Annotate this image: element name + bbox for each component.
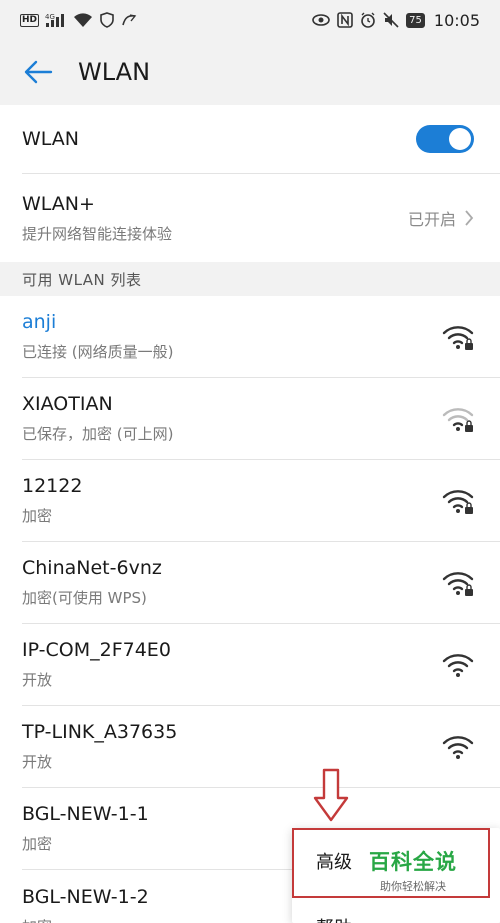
network-name: anji [22, 311, 57, 333]
network-status: 开放 [22, 671, 53, 689]
mute-icon [383, 12, 399, 28]
alarm-icon [360, 12, 376, 28]
back-button[interactable] [20, 54, 56, 90]
wlan-plus-label: WLAN+ [22, 192, 95, 215]
wlan-toggle-switch[interactable] [416, 125, 474, 153]
wlan-toggle-label: WLAN [22, 128, 80, 150]
watermark-subtitle: 助你轻松解决 [380, 880, 446, 893]
chevron-right-icon [465, 210, 474, 226]
network-name: TP-LINK_A37635 [22, 721, 178, 743]
network-name: XIAOTIAN [22, 393, 113, 415]
shield-icon [99, 12, 115, 28]
page-title: WLAN [78, 58, 151, 86]
status-bar: HD 4G 75 10:05 [0, 0, 500, 40]
hd-icon: HD [20, 13, 40, 27]
network-name: BGL-NEW-1-1 [22, 803, 149, 825]
wifi-icon [442, 653, 474, 677]
network-status: 开放 [22, 753, 53, 771]
wlan-plus-row[interactable]: WLAN+ 提升网络智能连接体验 已开启 [0, 174, 500, 262]
clock: 10:05 [433, 10, 480, 30]
network-item[interactable]: ChinaNet-6vnz 加密(可使用 WPS) [0, 542, 500, 623]
network-item[interactable]: XIAOTIAN 已保存，加密 (可上网) [0, 378, 500, 459]
menu-item-help[interactable]: 帮助 [316, 914, 352, 923]
eye-icon [312, 13, 330, 27]
network-item[interactable]: IP-COM_2F74E0 开放 [0, 624, 500, 705]
wlan-plus-subtitle: 提升网络智能连接体验 [22, 224, 173, 243]
watermark: 百科全说 助你轻松解决 [358, 846, 468, 896]
network-name: IP-COM_2F74E0 [22, 639, 171, 661]
link-icon [121, 13, 137, 27]
network-status: 已连接 (网络质量一般) [22, 343, 174, 361]
wifi-lock-icon [442, 325, 474, 350]
network-name: ChinaNet-6vnz [22, 557, 162, 579]
wifi-lock-icon [442, 489, 474, 514]
wifi-icon [442, 735, 474, 759]
battery-icon: 75 [406, 12, 425, 28]
arrow-down-annotation-icon [313, 768, 349, 822]
network-status: 加密 [22, 507, 53, 525]
network-status: 加密 [22, 835, 53, 853]
section-header: 可用 WLAN 列表 [22, 270, 142, 289]
wifi-icon [73, 12, 93, 28]
nfc-icon [337, 12, 353, 28]
network-status: 加密 [22, 916, 149, 923]
app-bar: WLAN [0, 40, 500, 104]
wlan-plus-status: 已开启 [407, 210, 456, 229]
wlan-toggle-row[interactable]: WLAN [0, 105, 500, 173]
watermark-title: 百科全说 [369, 850, 457, 874]
network-item[interactable]: 12122 加密 [0, 460, 500, 541]
network-name: BGL-NEW-1-2 [22, 886, 149, 908]
network-status: 加密(可使用 WPS) [22, 589, 147, 607]
signal-4g-icon: 4G [45, 12, 67, 28]
svg-text:4G: 4G [45, 13, 55, 21]
network-item[interactable]: anji 已连接 (网络质量一般) [0, 296, 500, 377]
wlan-settings-card: WLAN WLAN+ 提升网络智能连接体验 已开启 [0, 105, 500, 262]
network-name: 12122 [22, 475, 83, 497]
arrow-left-icon [24, 60, 53, 84]
network-item[interactable]: TP-LINK_A37635 开放 [0, 706, 500, 787]
wifi-lock-icon [442, 571, 474, 596]
network-status: 已保存，加密 (可上网) [22, 425, 174, 443]
wifi-lock-icon [442, 407, 474, 432]
